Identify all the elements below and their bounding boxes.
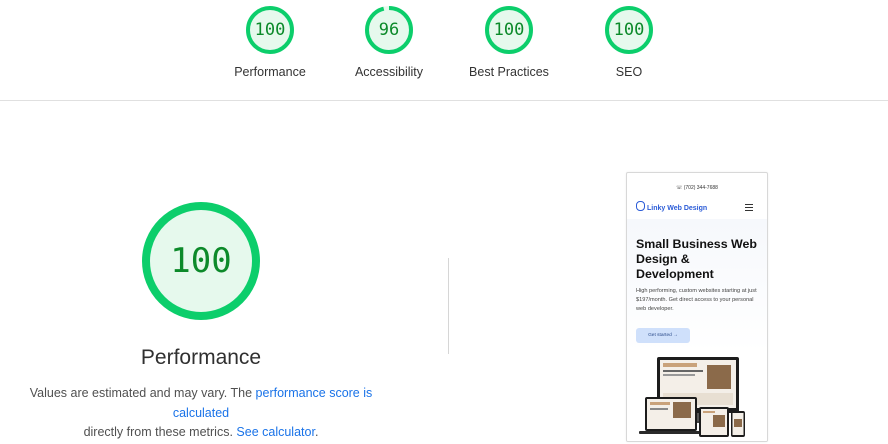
gauge-performance[interactable]: 100 Performance (210, 4, 330, 79)
brand-logo-icon (636, 201, 645, 211)
gauge-label: Performance (234, 65, 306, 79)
thumb-phone-number: ☏ (702) 344-7688 (676, 185, 718, 191)
thumb-subtext: High performing, custom websites startin… (636, 288, 757, 312)
gauge-label: Best Practices (469, 65, 549, 79)
gauge-best-practices[interactable]: 100 Best Practices (449, 4, 569, 79)
hamburger-menu-icon (745, 204, 753, 213)
see-calculator-link[interactable]: See calculator (236, 425, 315, 439)
performance-main-gauge: 100 (140, 200, 262, 322)
gauge-score: 100 (613, 20, 645, 40)
thumb-brand-name: Linky Web Design (647, 205, 708, 212)
gauge-score: 96 (378, 20, 400, 40)
desc-text-3: . (314, 425, 319, 439)
category-gauges-bar: 100 Performance 96 Accessibility 100 Bes… (0, 0, 888, 101)
thumb-brand: Linky Web Design (636, 201, 707, 212)
performance-title: Performance (140, 346, 262, 369)
thumb-phone-text: (702) 344-7688 (683, 185, 718, 191)
gauge-ring: 100 (244, 4, 296, 56)
performance-main-score: 100 (170, 241, 232, 281)
desc-text-1: Values are estimated and may vary. The (29, 386, 256, 400)
section-divider (448, 258, 449, 354)
gauge-seo[interactable]: 100 SEO (569, 4, 689, 79)
gauge-ring: 96 (363, 4, 415, 56)
desc-text-2: directly from these metrics. (83, 425, 237, 439)
gauge-score: 100 (493, 20, 525, 40)
gauge-score: 100 (254, 20, 286, 40)
performance-description: Values are estimated and may vary. The p… (0, 384, 402, 443)
devices-illustration-icon (639, 357, 745, 437)
gauge-label: Accessibility (354, 65, 424, 79)
final-screenshot-thumbnail[interactable]: ☏ (702) 344-7688 Linky Web Design Small … (626, 172, 768, 442)
thumb-cta-button: Get started → (636, 328, 690, 343)
gauge-ring: 100 (603, 4, 655, 56)
gauge-accessibility[interactable]: 96 Accessibility (329, 4, 449, 79)
gauge-label: SEO (615, 65, 643, 79)
thumb-headline: Small Business Web Design & Development (636, 237, 757, 281)
gauge-ring: 100 (483, 4, 535, 56)
